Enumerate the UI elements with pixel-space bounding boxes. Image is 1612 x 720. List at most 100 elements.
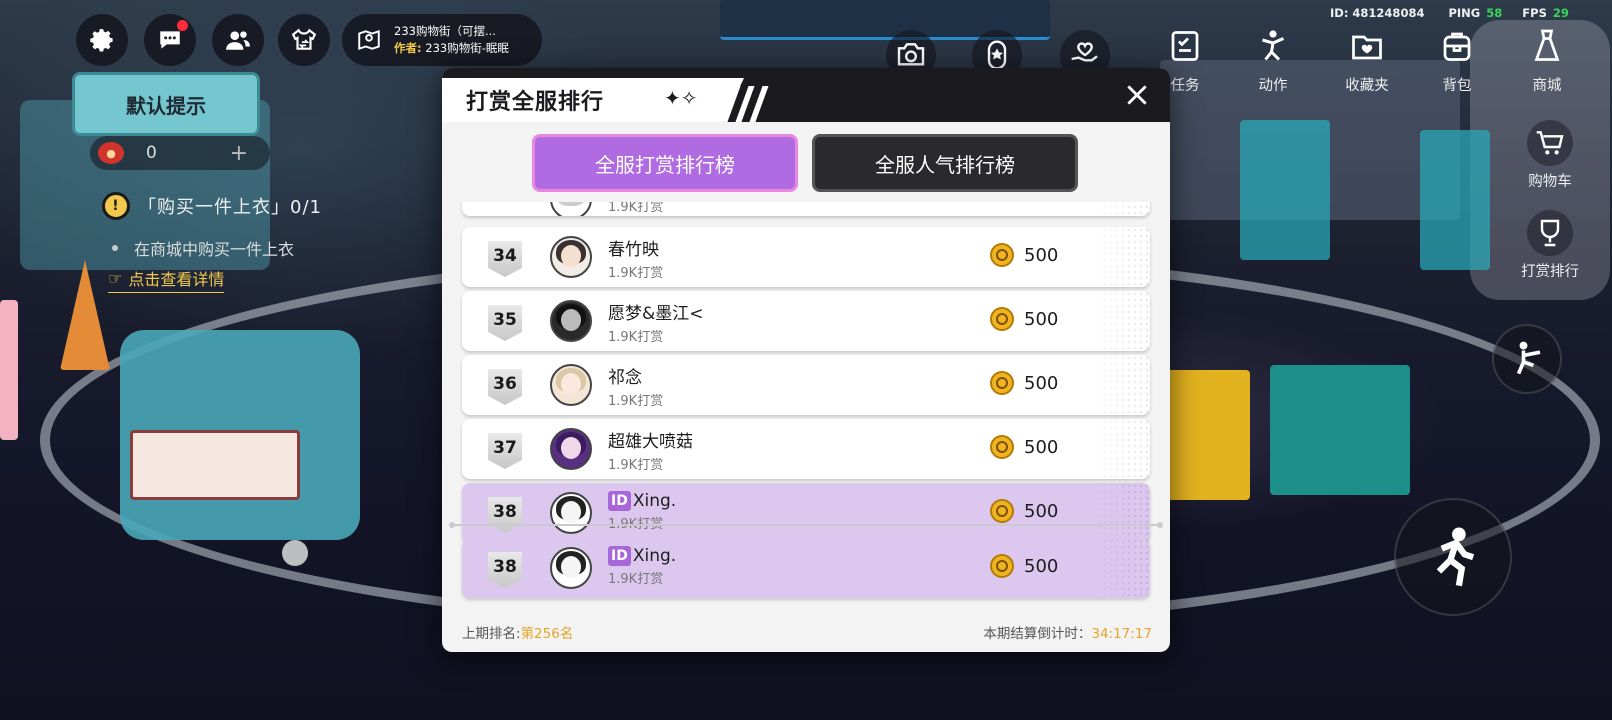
tip-ranking-modal: 打赏全服排行 ✦✧ 全服打赏排行榜 全服人气排行榜 1.9K打赏 34 春竹映 … — [442, 68, 1170, 652]
tip-ranking-button[interactable]: 打赏排行 — [1510, 210, 1590, 281]
emotes-button[interactable]: 动作 — [1236, 24, 1310, 95]
countdown-value: 34:17:17 — [1091, 626, 1152, 642]
add-currency-button[interactable]: + — [230, 141, 248, 166]
author-name: 233购物街-眠眠 — [425, 41, 509, 55]
player-name: Xing. — [632, 491, 677, 511]
rank-badge: 35 — [488, 305, 522, 341]
ranking-trophy-icon — [1540, 219, 1560, 247]
running-figure-icon — [1436, 527, 1474, 587]
kick-pose-icon — [1517, 341, 1541, 375]
quest-icon: ! — [102, 192, 130, 220]
scene-cart — [1420, 130, 1490, 270]
rank-badge: 37 — [488, 433, 522, 469]
player-name: 愿梦&墨江< — [608, 304, 704, 324]
modal-footer: 上期排名:第256名 本期结算倒计时：34:17:17 — [442, 622, 1170, 642]
map-info-card[interactable]: 233购物街（可摆... 作者: 233购物街-眠眠 — [342, 14, 542, 66]
player-name: 祁念 — [608, 368, 642, 388]
last-rank-value: 第256名 — [520, 626, 574, 642]
shirt-swap-icon — [291, 28, 317, 50]
avatar — [550, 364, 592, 406]
cart-button[interactable]: 购物车 — [1510, 120, 1590, 191]
rank-badge: 34 — [488, 241, 522, 277]
ranking-tabs: 全服打赏排行榜 全服人气排行榜 — [442, 134, 1170, 194]
network-stats: ID: 481248084 PING 58 FPS 29 — [1330, 6, 1585, 20]
list-divider — [449, 522, 1163, 528]
joystick-knob[interactable] — [282, 540, 308, 566]
tab-tip-ranking[interactable]: 全服打赏排行榜 — [532, 134, 798, 192]
tip-count: 1.9K打赏 — [608, 266, 664, 281]
currency-bar: ● 0 + — [90, 136, 270, 170]
heart-hand-icon — [1071, 42, 1098, 62]
emotes-label: 动作 — [1258, 78, 1288, 94]
default-hint-sign: 默认提示 — [72, 72, 260, 136]
tip-amount: 500 — [990, 307, 1058, 331]
tip-count: 1.9K打赏 — [608, 394, 664, 409]
close-icon — [1127, 85, 1147, 105]
title-plate: 打赏全服排行 — [442, 78, 744, 122]
favorites-folder-icon — [1352, 35, 1382, 60]
tip-count: 1.9K打赏 — [608, 202, 664, 215]
my-rank-row: 38 ID Xing. 1.9K打赏 500 — [462, 538, 1150, 598]
quest-detail-link[interactable]: ☞ 点击查看详情 — [108, 266, 225, 293]
amount-value: 500 — [1024, 436, 1059, 458]
task-list-icon — [1171, 31, 1199, 61]
avatar — [550, 300, 592, 342]
slash-decoration — [718, 78, 778, 122]
avatar — [550, 202, 592, 216]
last-rank-label: 上期排名: — [462, 626, 521, 642]
map-title: 233购物街（可摆... — [394, 24, 496, 38]
avatar — [550, 547, 592, 589]
sparkle-icon: ✦✧ — [664, 86, 698, 110]
tip-amount: 500 — [990, 499, 1058, 523]
countdown-label: 本期结算倒计时： — [983, 626, 1092, 642]
rank-badge: 38 — [488, 497, 522, 533]
amount-value: 500 — [1024, 308, 1059, 330]
list-item: 1.9K打赏 — [462, 202, 1150, 216]
scene-cart-sign — [130, 430, 300, 500]
coin-icon — [990, 499, 1014, 523]
chat-button[interactable] — [144, 14, 196, 66]
favorites-button[interactable]: 收藏夹 — [1330, 24, 1404, 95]
quest-title[interactable]: ! 「购买一件上衣」0/1 — [102, 192, 322, 220]
amount-value: 500 — [1024, 244, 1059, 266]
quest-step-text: 在商城中购买一件上衣 — [134, 240, 295, 259]
author-label: 作者: — [394, 41, 422, 55]
tip-count: 1.9K打赏 — [608, 330, 664, 345]
quest-link-text: 点击查看详情 — [128, 270, 225, 289]
bullet-dot — [112, 245, 118, 251]
tip-amount: 500 — [990, 243, 1058, 267]
friends-icon — [226, 31, 250, 50]
dance-figure-icon — [1262, 30, 1285, 61]
shop-button[interactable]: 商城 — [1510, 24, 1584, 95]
avatar — [550, 492, 592, 534]
favorites-label: 收藏夹 — [1345, 78, 1389, 94]
amount-value: 500 — [1024, 372, 1059, 394]
pointer-hand-icon: ☞ — [108, 268, 123, 288]
list-item: 37 超雄大喷菇 1.9K打赏 500 — [462, 419, 1150, 479]
tip-amount: 500 — [990, 435, 1058, 459]
tip-amount: 500 — [990, 554, 1058, 578]
coin-icon — [990, 435, 1014, 459]
fps-label: FPS — [1522, 6, 1547, 20]
notification-dot — [177, 20, 188, 31]
quest-step: 在商城中购买一件上衣 — [112, 236, 294, 260]
cart-label: 购物车 — [1528, 174, 1572, 190]
settlement-countdown: 本期结算倒计时：34:17:17 — [983, 622, 1152, 642]
map-location-icon — [358, 29, 380, 51]
avatar — [550, 236, 592, 278]
settings-button[interactable] — [76, 14, 128, 66]
quest-title-text: 「购买一件上衣」0/1 — [138, 197, 322, 218]
close-button[interactable] — [1122, 80, 1152, 110]
outfit-switch-button[interactable] — [278, 14, 330, 66]
coin-icon — [990, 243, 1014, 267]
sprint-button[interactable] — [1394, 498, 1512, 616]
chat-bubble-icon — [160, 31, 180, 49]
friends-button[interactable] — [212, 14, 264, 66]
tab-popularity-ranking[interactable]: 全服人气排行榜 — [812, 134, 1078, 192]
backpack-button[interactable]: 背包 — [1420, 24, 1494, 95]
coin-icon — [990, 554, 1014, 578]
amount-value: 500 — [1024, 500, 1059, 522]
kick-action-button[interactable] — [1492, 324, 1562, 394]
ticket-icon: ● — [98, 142, 124, 164]
list-item: 35 愿梦&墨江< 1.9K打赏 500 — [462, 291, 1150, 351]
